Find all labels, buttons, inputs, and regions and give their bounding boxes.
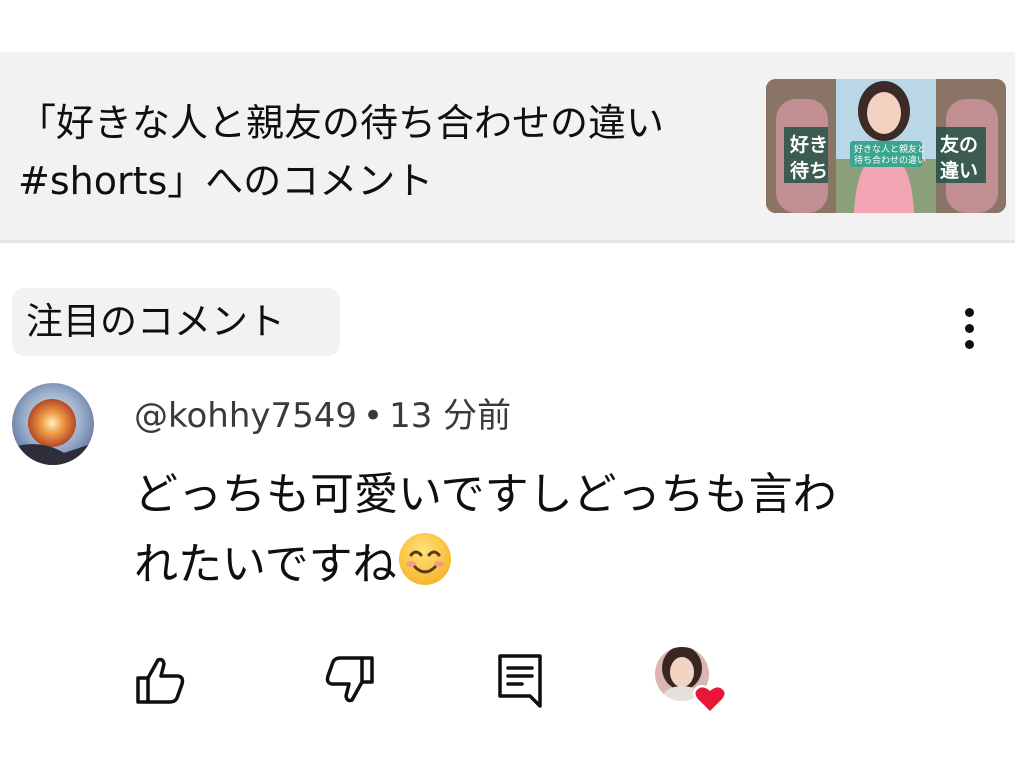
dislike-button[interactable] (318, 648, 382, 712)
comment-meta: @kohhy7549 • 13 分前 (134, 390, 511, 442)
meta-separator: • (363, 396, 384, 436)
comment-body: どっちも可愛いですしどっちも言わ れたいですね (134, 460, 954, 600)
more-dot (965, 324, 974, 333)
chip-label: 注目のコメント (26, 300, 285, 343)
smiling-face-emoji (398, 533, 451, 585)
reply-button[interactable] (488, 648, 552, 712)
like-button[interactable] (128, 648, 192, 712)
featured-comments-chip[interactable]: 注目のコメント (12, 288, 340, 356)
svg-text:好きな人と親友と: 好きな人と親友と (854, 143, 926, 155)
creator-heart[interactable] (654, 646, 732, 716)
comment-text: どっちも可愛いですしどっちも言わ れたいですね (134, 469, 837, 590)
reply-icon (498, 654, 542, 708)
svg-text:違い: 違い (940, 159, 978, 182)
video-header[interactable]: 「好きな人と親友の待ち合わせの違い #shorts」へのコメント 好き 待ち 友… (0, 52, 1015, 243)
more-dot (965, 340, 974, 349)
more-dot (965, 308, 974, 317)
svg-text:待ち合わせの違い: 待ち合わせの違い (854, 154, 926, 166)
video-title: 「好きな人と親友の待ち合わせの違い #shorts」へのコメント (18, 94, 753, 210)
thumb-up-icon (136, 657, 185, 704)
svg-text:好き: 好き (789, 133, 828, 156)
creator-heart-icon (655, 647, 727, 714)
video-thumbnail[interactable]: 好き 待ち 友の 違い 好きな人と親友と 待ち合わせの違い (766, 79, 1006, 213)
comment-page: 「好きな人と親友の待ち合わせの違い #shorts」へのコメント 好き 待ち 友… (0, 0, 1015, 761)
video-title-line1: 「好きな人と親友の待ち合わせの違い (18, 101, 665, 145)
video-title-line2: #shorts」へのコメント (18, 159, 434, 203)
svg-text:友の: 友の (940, 133, 978, 156)
svg-text:待ち: 待ち (790, 159, 828, 182)
thumb-down-icon (325, 656, 374, 703)
author-avatar[interactable] (12, 383, 94, 465)
comment-time[interactable]: 13 分前 (389, 396, 511, 436)
comment-author[interactable]: @kohhy7549 (134, 396, 357, 436)
more-vert-icon[interactable] (948, 300, 992, 356)
